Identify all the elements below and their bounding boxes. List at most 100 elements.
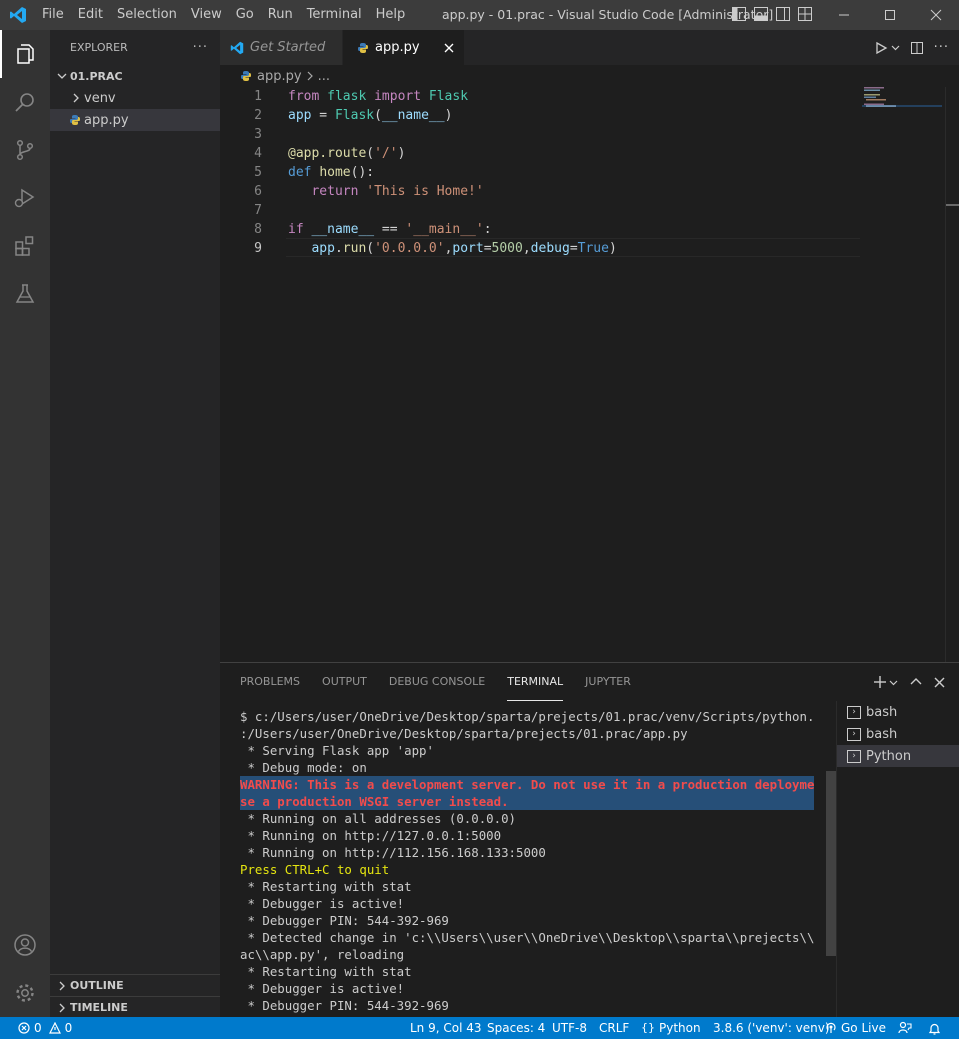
menu-go[interactable]: Go xyxy=(229,0,261,30)
notifications-bell-icon[interactable] xyxy=(928,1017,941,1039)
timeline-section[interactable]: TIMELINE xyxy=(50,996,220,1018)
menu-view[interactable]: View xyxy=(184,0,229,30)
code-editor[interactable]: 1 from flask import Flask 2 app = Flask(__n… xyxy=(220,87,959,662)
close-panel-icon[interactable] xyxy=(934,677,945,688)
code-token: import xyxy=(374,89,422,104)
code-token: : xyxy=(483,222,492,237)
code-token: app xyxy=(311,241,335,256)
customize-layout-icon[interactable] xyxy=(797,6,813,22)
breadcrumb-symbols[interactable]: ... xyxy=(318,69,330,84)
error-icon xyxy=(18,1022,30,1034)
menu-selection[interactable]: Selection xyxy=(110,0,184,30)
tab-terminal[interactable]: TERMINAL xyxy=(507,663,564,701)
code-token: == xyxy=(374,222,406,237)
maximize-icon[interactable] xyxy=(867,0,913,30)
tab-get-started[interactable]: Get Started xyxy=(220,30,342,65)
code-line[interactable]: 2 app = Flask(__name__) xyxy=(220,106,860,125)
code-token: '0.0.0.0' xyxy=(374,241,445,256)
code-token: . xyxy=(334,241,343,256)
tab-output[interactable]: OUTPUT xyxy=(322,663,367,701)
eol-status[interactable]: CRLF xyxy=(599,1017,629,1039)
encoding-status[interactable]: UTF-8 xyxy=(552,1017,587,1039)
close-window-icon[interactable] xyxy=(913,0,959,30)
chevron-right-icon xyxy=(54,1003,70,1013)
menu-terminal[interactable]: Terminal xyxy=(300,0,369,30)
indentation-status[interactable]: Spaces: 4 xyxy=(487,1017,545,1039)
tree-item-app-py[interactable]: app.py xyxy=(50,109,220,131)
tab-jupyter[interactable]: JUPYTER xyxy=(585,663,631,701)
code-token: = xyxy=(311,108,335,123)
scroll-marker xyxy=(946,204,959,206)
testing-flask-icon[interactable] xyxy=(0,270,50,318)
warning-count: 0 xyxy=(64,1021,73,1035)
python-interpreter[interactable]: 3.8.6 ('venv': venv) xyxy=(713,1017,830,1039)
cursor-position[interactable]: Ln 9, Col 43 xyxy=(410,1017,482,1039)
tab-debug-console[interactable]: DEBUG CONSOLE xyxy=(389,663,485,701)
menu-file[interactable]: File xyxy=(35,0,71,30)
code-line[interactable]: 4 @app.route('/') xyxy=(220,144,860,163)
search-icon[interactable] xyxy=(0,78,50,126)
maximize-panel-icon[interactable] xyxy=(910,676,922,688)
new-terminal-icon[interactable] xyxy=(873,675,898,689)
menu-edit[interactable]: Edit xyxy=(71,0,110,30)
terminal-item-python[interactable]: › Python xyxy=(837,745,959,767)
run-debug-icon[interactable] xyxy=(0,174,50,222)
code-token: (): xyxy=(350,165,375,180)
code-line[interactable]: 3 xyxy=(220,125,860,144)
settings-gear-icon[interactable] xyxy=(0,969,50,1017)
code-line[interactable]: 9 app.run('0.0.0.0',port=5000,debug=True… xyxy=(220,239,860,258)
code-line[interactable]: 5 def home(): xyxy=(220,163,860,182)
code-token: = xyxy=(569,241,578,256)
go-live-button[interactable]: Go Live xyxy=(825,1017,886,1039)
toggle-sidebar-icon[interactable] xyxy=(731,6,747,22)
terminal-item-label: bash xyxy=(866,704,898,720)
code-line[interactable]: 8 if __name__ == '__main__': xyxy=(220,220,860,239)
terminal-icon: › xyxy=(847,749,861,763)
code-line[interactable]: 7 xyxy=(220,201,860,220)
layout-controls xyxy=(731,6,813,22)
explorer-icon[interactable] xyxy=(0,30,50,78)
code-line[interactable]: 6 return 'This is Home!' xyxy=(220,182,860,201)
split-editor-icon[interactable] xyxy=(910,41,924,55)
editor-scrollbar[interactable] xyxy=(945,87,959,662)
extensions-icon[interactable] xyxy=(0,222,50,270)
tab-problems[interactable]: PROBLEMS xyxy=(240,663,300,701)
toggle-secondary-sidebar-icon[interactable] xyxy=(775,6,791,22)
minimize-icon[interactable] xyxy=(821,0,867,30)
code-token: home xyxy=(319,165,351,180)
menu-run[interactable]: Run xyxy=(261,0,300,30)
feedback-icon[interactable] xyxy=(898,1017,912,1039)
problems-status[interactable]: 0 0 xyxy=(18,1017,72,1039)
line-number: 3 xyxy=(254,127,262,142)
outline-section[interactable]: OUTLINE xyxy=(50,974,220,996)
terminal-list: › bash › bash › Python xyxy=(836,701,959,1018)
terminal-item-bash[interactable]: › bash xyxy=(837,723,959,745)
terminal-line: * Serving Flask app 'app' xyxy=(240,743,434,758)
terminal-output[interactable]: $ c:/Users/user/OneDrive/Desktop/sparta/… xyxy=(240,708,814,1018)
code-token: , xyxy=(522,241,531,256)
run-python-icon[interactable] xyxy=(874,41,900,55)
terminal-line: * Running on http://112.156.168.133:5000 xyxy=(240,845,546,860)
code-line[interactable]: 1 from flask import Flask xyxy=(220,87,860,106)
terminal-item-bash[interactable]: › bash xyxy=(837,701,959,723)
source-control-icon[interactable] xyxy=(0,126,50,174)
code-token: @app.route xyxy=(288,146,367,161)
close-tab-icon[interactable] xyxy=(444,43,454,53)
more-actions-icon[interactable]: ··· xyxy=(193,40,208,55)
toggle-panel-icon[interactable] xyxy=(753,6,769,22)
accounts-icon[interactable] xyxy=(0,921,50,969)
vscode-tab-icon xyxy=(230,41,244,55)
more-actions-icon[interactable]: ··· xyxy=(934,40,949,55)
tree-item-venv[interactable]: venv xyxy=(50,87,220,109)
folder-label: 01.PRAC xyxy=(70,69,123,83)
tab-app-py[interactable]: app.py xyxy=(342,30,464,65)
status-bar: 0 0 Ln 9, Col 43 Spaces: 4 UTF-8 CRLF {}… xyxy=(0,1017,959,1039)
breadcrumb-file[interactable]: app.py xyxy=(257,69,302,84)
language-mode[interactable]: {} Python xyxy=(641,1017,701,1039)
workspace-folder[interactable]: 01.PRAC xyxy=(50,65,220,87)
menu-help[interactable]: Help xyxy=(369,0,413,30)
terminal-line: * Debugger is active! xyxy=(240,896,405,911)
terminal-scrollbar-thumb[interactable] xyxy=(826,771,836,956)
minimap[interactable] xyxy=(862,87,942,107)
